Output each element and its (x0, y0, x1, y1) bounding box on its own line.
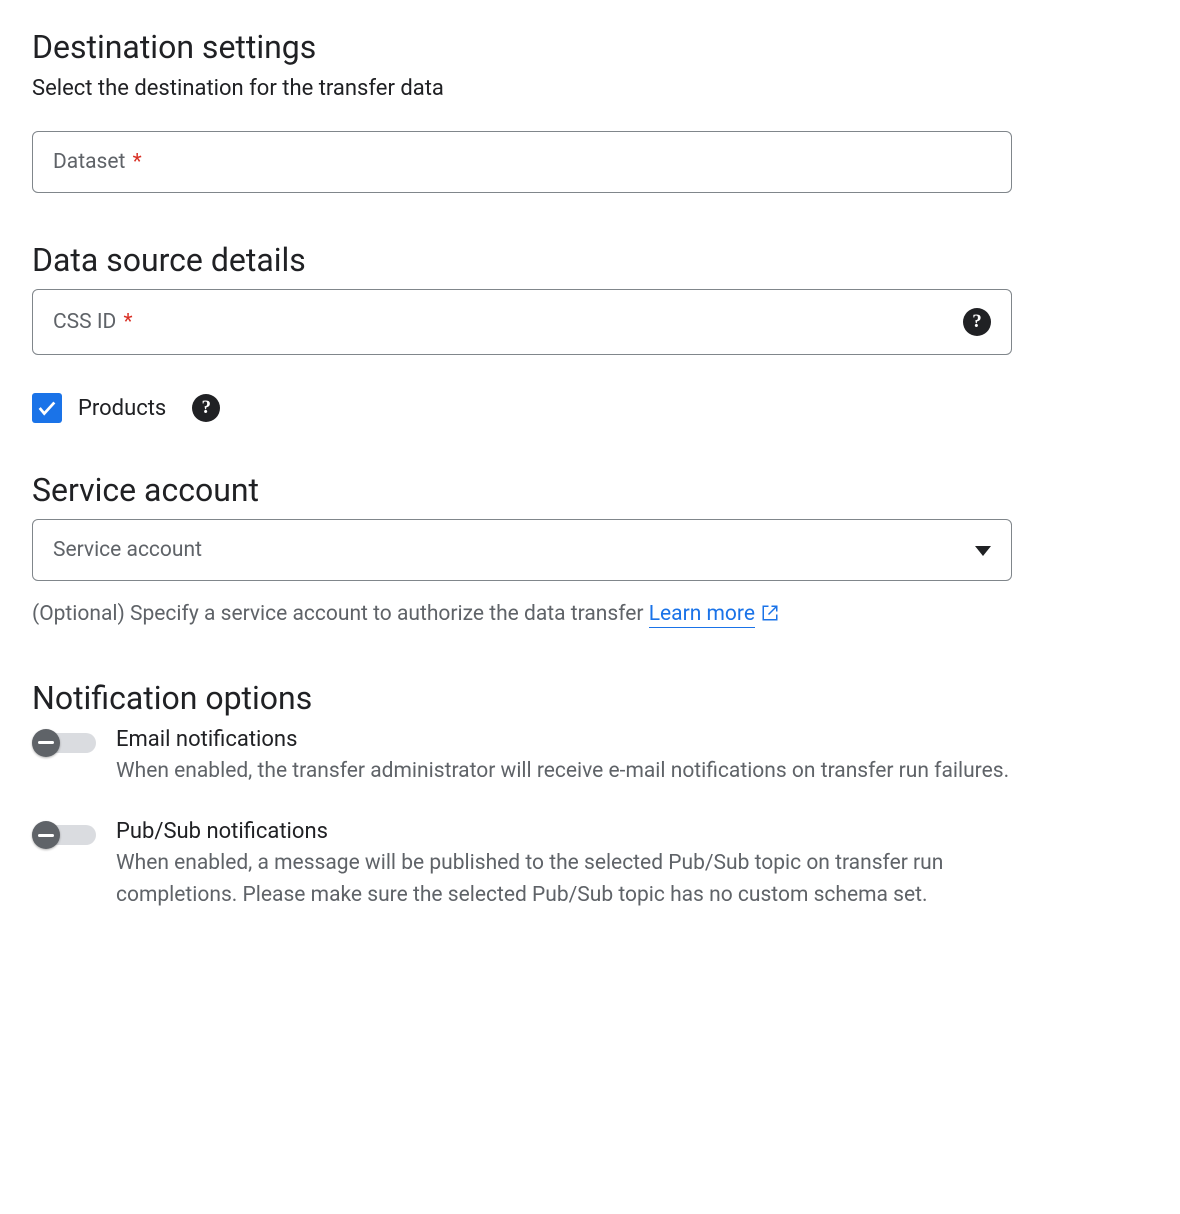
email-notifications-row: Email notifications When enabled, the tr… (32, 727, 1012, 788)
destination-settings-subtitle: Select the destination for the transfer … (32, 76, 1012, 101)
service-account-helper: (Optional) Specify a service account to … (32, 599, 1012, 631)
pubsub-notifications-toggle[interactable] (32, 821, 96, 849)
toggle-thumb (32, 821, 60, 849)
minus-icon (38, 834, 54, 837)
service-account-section: Service account Service account (Optiona… (32, 471, 1012, 631)
dataset-field-label: Dataset * (53, 150, 142, 174)
pubsub-notifications-description: When enabled, a message will be publishe… (116, 848, 1012, 911)
css-id-field[interactable]: CSS ID * ? (32, 289, 1012, 355)
data-source-details-section: Data source details CSS ID * ? Products … (32, 241, 1012, 423)
destination-settings-section: Destination settings Select the destinat… (32, 28, 1012, 193)
required-indicator: * (124, 310, 133, 334)
dataset-field[interactable]: Dataset * (32, 131, 1012, 193)
products-checkbox-label: Products (78, 396, 166, 421)
minus-icon (38, 741, 54, 744)
toggle-thumb (32, 729, 60, 757)
email-notifications-description: When enabled, the transfer administrator… (116, 756, 1012, 788)
learn-more-link[interactable]: Learn more (649, 602, 755, 628)
notification-options-title: Notification options (32, 679, 1012, 717)
external-link-icon (761, 604, 779, 622)
chevron-down-icon (975, 541, 991, 560)
required-indicator: * (133, 150, 142, 174)
email-notifications-toggle[interactable] (32, 729, 96, 757)
help-icon[interactable]: ? (963, 308, 991, 336)
pubsub-notifications-label: Pub/Sub notifications (116, 819, 1012, 844)
check-icon (36, 397, 58, 419)
email-notifications-label: Email notifications (116, 727, 1012, 752)
products-checkbox-row: Products ? (32, 393, 1012, 423)
css-id-field-label: CSS ID * (53, 310, 133, 334)
destination-settings-title: Destination settings (32, 28, 1012, 66)
products-checkbox[interactable] (32, 393, 62, 423)
service-account-select-label: Service account (53, 538, 202, 562)
notification-options-section: Notification options Email notifications… (32, 679, 1012, 912)
pubsub-notifications-row: Pub/Sub notifications When enabled, a me… (32, 819, 1012, 911)
service-account-select[interactable]: Service account (32, 519, 1012, 581)
help-icon[interactable]: ? (192, 394, 220, 422)
data-source-details-title: Data source details (32, 241, 1012, 279)
service-account-title: Service account (32, 471, 1012, 509)
